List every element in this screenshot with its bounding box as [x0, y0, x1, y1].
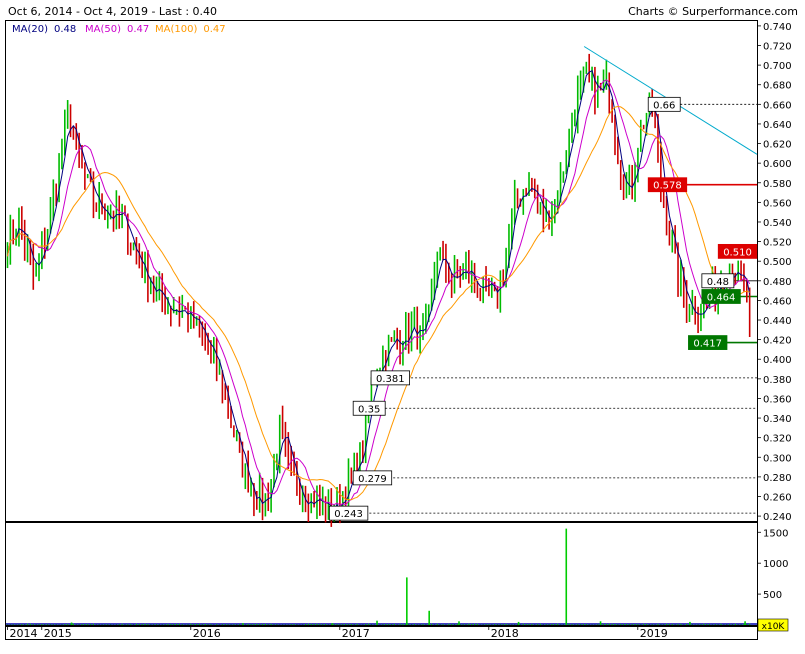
- volume-tick-label: 1000: [763, 559, 788, 570]
- legend: MA(20) 0.48 MA(50) 0.47 MA(100) 0.47: [12, 24, 226, 35]
- price-tick-label: 0.520: [763, 238, 792, 249]
- level-label-0.66: 0.66: [653, 100, 675, 111]
- price-tick-label: 0.700: [763, 61, 792, 72]
- price-tick-label: 0.620: [763, 140, 792, 151]
- level-label-0.243: 0.243: [334, 509, 363, 520]
- level-label-0.417: 0.417: [693, 339, 722, 350]
- time-label-2017: 2017: [342, 627, 370, 640]
- price-tick-label: 0.400: [763, 355, 792, 366]
- price-tick-label: 0.380: [763, 375, 792, 386]
- price-tick-label: 0.720: [763, 42, 792, 53]
- volume-tick-label: 500: [763, 590, 782, 601]
- legend-ma50: MA(50) 0.47: [85, 24, 149, 35]
- price-panel-frame: [5, 20, 758, 522]
- stock-chart: 0.240 0.260 0.280 0.300 0.320 0.340 0.360 0.380…: [0, 0, 805, 650]
- legend-ma100: MA(100) 0.47: [155, 24, 226, 35]
- price-axis: 0.240 0.260 0.280 0.300 0.320 0.340 0.360 0.380…: [757, 22, 792, 523]
- level-label-0.510: 0.510: [723, 247, 752, 258]
- price-tick-label: 0.740: [763, 22, 792, 33]
- level-label-0.381: 0.381: [376, 374, 405, 385]
- price-tick-label: 0.460: [763, 296, 792, 307]
- price-tick-label: 0.500: [763, 257, 792, 268]
- legend-ma20: MA(20) 0.48: [12, 24, 76, 35]
- level-label-0.48: 0.48: [707, 277, 729, 288]
- price-tick-label: 0.640: [763, 120, 792, 131]
- price-tick-label: 0.300: [763, 453, 792, 464]
- level-label-0.35: 0.35: [358, 404, 380, 415]
- price-tick-label: 0.560: [763, 198, 792, 209]
- volume-axis: 500 1000 1500: [757, 528, 788, 601]
- chart-canvas: 0.240 0.260 0.280 0.300 0.320 0.340 0.360 0.380…: [5, 5, 798, 640]
- price-tick-label: 0.440: [763, 316, 792, 327]
- chart-range-text: Oct 6, 2014 - Oct 4, 2019 - Last : 0.40: [8, 5, 217, 18]
- price-tick-label: 0.420: [763, 336, 792, 347]
- price-tick-label: 0.240: [763, 512, 792, 523]
- time-label-2018: 2018: [491, 627, 519, 640]
- price-tick-label: 0.680: [763, 81, 792, 92]
- volume-unit-label: x10K: [762, 622, 786, 632]
- price-tick-label: 0.260: [763, 492, 792, 503]
- time-label-2019: 2019: [640, 627, 668, 640]
- price-tick-label: 0.360: [763, 394, 792, 405]
- time-label-2014: 2014: [9, 627, 37, 640]
- price-tick-label: 0.320: [763, 434, 792, 445]
- price-tick-label: 0.480: [763, 277, 792, 288]
- level-label-0.464: 0.464: [707, 292, 736, 303]
- time-label-2015: 2015: [44, 627, 72, 640]
- chart-credit: Charts © Surperformance.com: [628, 5, 798, 18]
- price-tick-label: 0.600: [763, 159, 792, 170]
- volume-tick-label: 1500: [763, 528, 788, 539]
- level-label-0.279: 0.279: [358, 474, 387, 485]
- price-tick-label: 0.340: [763, 414, 792, 425]
- volume-panel-frame: [5, 522, 758, 626]
- time-label-2016: 2016: [193, 627, 221, 640]
- price-tick-label: 0.580: [763, 179, 792, 190]
- level-label-0.578: 0.578: [653, 181, 682, 192]
- price-tick-label: 0.280: [763, 473, 792, 484]
- price-tick-label: 0.540: [763, 218, 792, 229]
- price-tick-label: 0.660: [763, 100, 792, 111]
